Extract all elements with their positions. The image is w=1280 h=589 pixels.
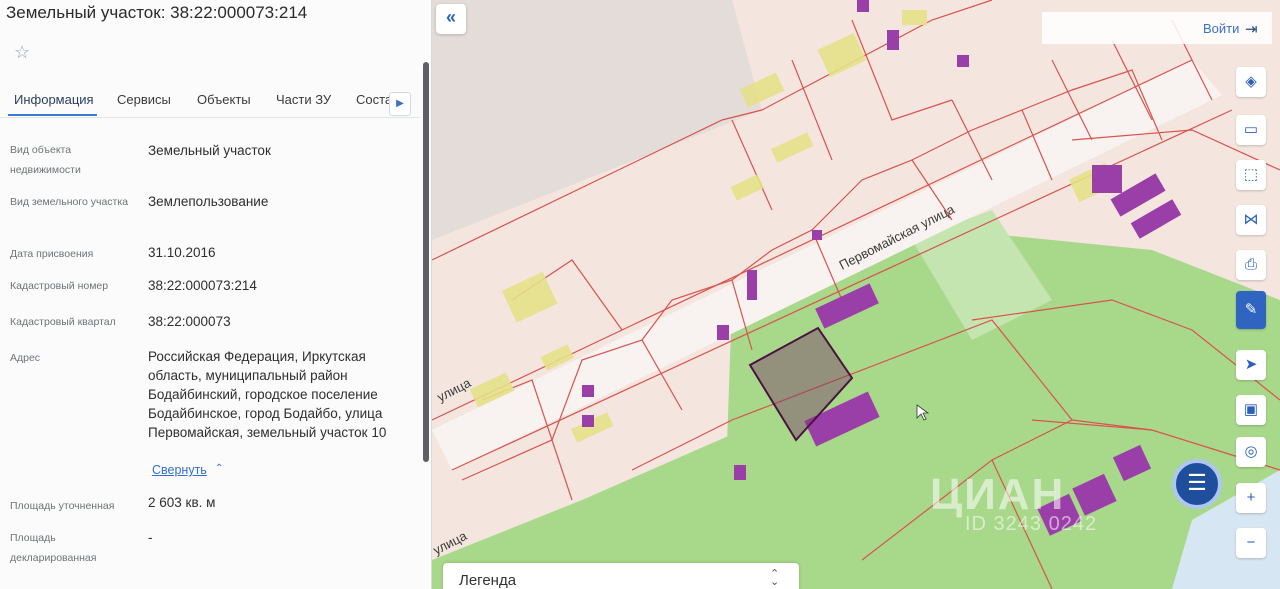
row-label: Вид объекта недвижимости [10,144,81,176]
tab-bar: Информация Сервисы Объекты Части ЗУ Сост… [0,88,420,118]
search-map-icon[interactable]: ◎ [1236,437,1266,467]
cadastral-map[interactable]: Первомайская улица улица улица [432,0,1280,589]
row-label: Площадь уточненная [10,500,115,512]
collapse-link[interactable]: Свернуть [152,463,207,477]
address-value: Российская Федерация, Иркутская область,… [148,349,387,440]
row-label: Адрес [10,352,41,364]
chat-button[interactable]: ☰ [1172,459,1222,509]
row-value: 38:22:000073 [148,314,231,329]
row-label: Кадастровый квартал [10,316,116,328]
row-value: 38:22:000073:214 [148,278,257,293]
tab-composition[interactable]: Соста [356,92,392,107]
info-panel: Земельный участок: 38:22:000073:214 ☆ Ин… [0,0,432,589]
active-tab-indicator [8,114,97,116]
feedback-icon[interactable]: ✎ [1236,291,1266,329]
page-title: Земельный участок: 38:22:000073:214 [6,3,308,22]
zoom-in-icon[interactable]: + [1236,483,1266,513]
share-icon[interactable]: ⋈ [1236,205,1266,235]
row-label: Кадастровый номер [10,280,109,292]
tab-services[interactable]: Сервисы [117,92,171,107]
row-value: - [148,530,153,545]
print-icon[interactable]: ⎙ [1236,250,1266,280]
screen-icon[interactable]: ▣ [1236,395,1266,425]
row-label: Площадь декларированная [10,532,97,564]
chat-icon: ☰ [1187,470,1207,495]
tab-parts[interactable]: Части ЗУ [276,92,331,107]
star-icon[interactable]: ☆ [14,42,30,63]
panel-scrollbar[interactable] [423,62,429,462]
tab-objects[interactable]: Объекты [197,92,251,107]
chevron-up-icon[interactable]: ⌃ [215,463,223,474]
login-icon[interactable]: ⇥ [1245,20,1265,38]
tab-scroll-right-icon[interactable]: ▶ [389,92,411,116]
legend-toggle[interactable]: Легенда ⌃ ⌄ [443,563,799,589]
ruler-icon[interactable]: ▭ [1236,115,1266,145]
login-link[interactable]: Войти [1203,21,1239,36]
double-chevron-left-icon[interactable]: « [436,4,466,34]
tab-info[interactable]: Информация [14,92,94,107]
row-label: Вид земельного участка [10,196,129,208]
map-canvas[interactable]: Первомайская улица улица улица [432,0,1280,589]
row-value: Землепользование [148,194,269,209]
row-value: 2 603 кв. м [148,495,216,510]
row-value: 31.10.2016 [148,245,216,260]
watermark-id: ID 3243 0242 [965,513,1098,535]
row-label: Дата присвоения [10,248,94,260]
legend-label: Легенда [459,572,517,589]
locate-icon[interactable]: ➤ [1236,350,1266,380]
zoom-out-icon[interactable]: − [1236,528,1266,558]
area-select-icon[interactable]: ⬚ [1236,160,1266,190]
layers-icon[interactable]: ◈ [1236,67,1266,97]
sort-arrows-icon: ⌃ ⌄ [770,568,780,588]
row-value: Земельный участок [148,143,271,158]
